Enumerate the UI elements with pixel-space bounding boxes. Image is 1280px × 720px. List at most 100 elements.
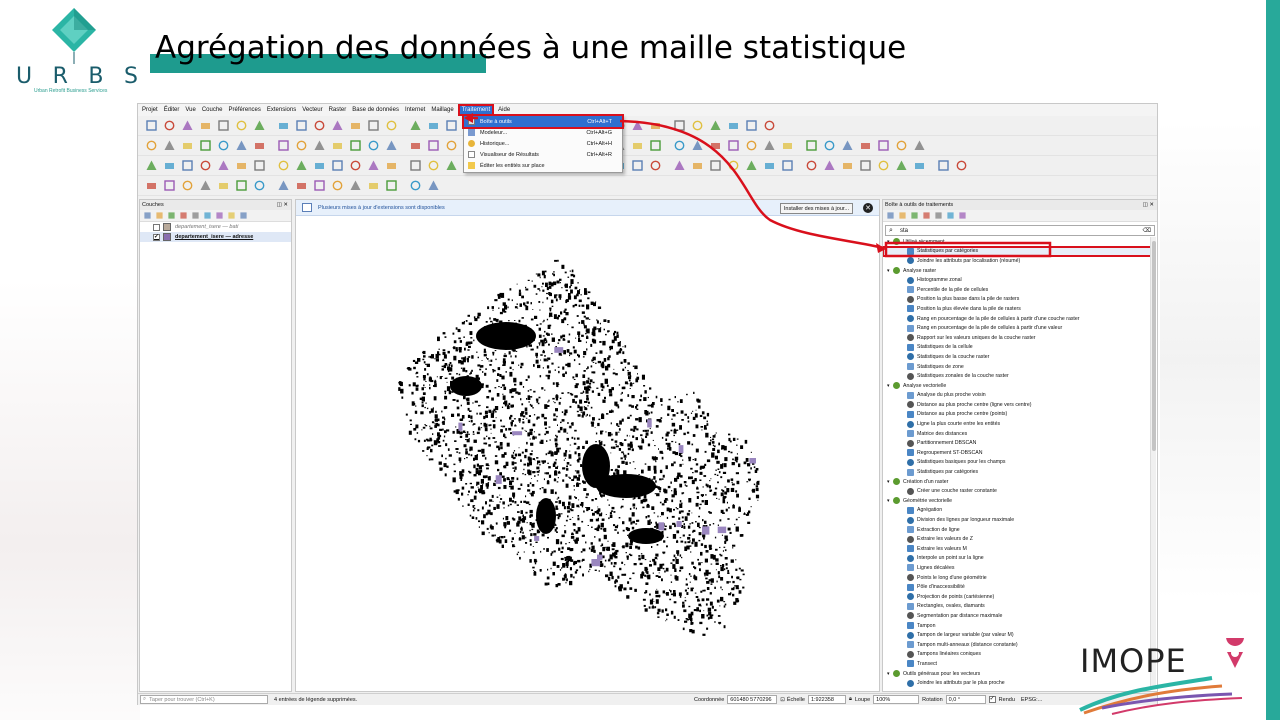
menu-projet[interactable]: Projet: [142, 107, 158, 113]
processing-search-input[interactable]: ⌕ sta ⌫: [885, 225, 1155, 236]
toolbar-tool-icon[interactable]: [648, 139, 662, 153]
toolbar-tool-icon[interactable]: [252, 159, 266, 173]
menu-raster[interactable]: Raster: [329, 107, 347, 113]
processing-group[interactable]: ▾ Utilisé récemment: [883, 237, 1151, 247]
processing-algorithm[interactable]: Projection de points (cartésienne): [883, 592, 1151, 602]
toolbar-tool-icon[interactable]: [366, 119, 380, 133]
toolbar-tool-icon[interactable]: [630, 159, 644, 173]
toolbar-tool-icon[interactable]: [822, 159, 836, 173]
toolbar-tool-icon[interactable]: [252, 179, 266, 193]
processing-group[interactable]: ▾ Création d'un raster: [883, 477, 1151, 487]
toolbar-tool-icon[interactable]: [840, 139, 854, 153]
toolbar-tool-icon[interactable]: [234, 179, 248, 193]
coord-field[interactable]: 601480 5770296: [727, 695, 778, 704]
toolbar-tool-icon[interactable]: [366, 179, 380, 193]
toolbar-tool-icon[interactable]: [894, 159, 908, 173]
panel-tool-icon[interactable]: [227, 211, 236, 220]
dd-editer-entites[interactable]: Éditer les entités sur place: [464, 160, 622, 171]
toolbar-tool-icon[interactable]: [276, 159, 290, 173]
toolbar-tool-icon[interactable]: [804, 159, 818, 173]
panel-tool-icon[interactable]: [946, 211, 955, 220]
map-canvas[interactable]: Plusieurs mises à jour d'extensions sont…: [295, 199, 880, 692]
layer-row-adresse[interactable]: ✓ departement_isere — adresse: [140, 232, 291, 242]
menu-internet[interactable]: Internet: [405, 107, 425, 113]
toolbar-tool-icon[interactable]: [294, 119, 308, 133]
processing-algorithm[interactable]: Statistiques par catégories: [883, 245, 1152, 258]
panel-tool-icon[interactable]: [922, 211, 931, 220]
rotation-field[interactable]: 0,0 °: [945, 695, 986, 704]
toolbar-tool-icon[interactable]: [180, 159, 194, 173]
processing-algorithm[interactable]: Agrégation: [883, 506, 1151, 516]
toolbar-tool-icon[interactable]: [780, 139, 794, 153]
toolbar-tool-icon[interactable]: [840, 159, 854, 173]
panel-tool-icon[interactable]: [191, 211, 200, 220]
toolbar-tool-icon[interactable]: [312, 119, 326, 133]
panel-tool-icon[interactable]: [239, 211, 248, 220]
panel-tool-icon[interactable]: [910, 211, 919, 220]
processing-algorithm[interactable]: Points le long d'une géométrie: [883, 573, 1151, 583]
toolbar-tool-icon[interactable]: [672, 119, 686, 133]
toolbar-tool-icon[interactable]: [198, 139, 212, 153]
toolbar-tool-icon[interactable]: [384, 119, 398, 133]
menu-traitement[interactable]: Traitement: [457, 104, 495, 116]
processing-algorithm[interactable]: Extraire les valeurs de Z: [883, 534, 1151, 544]
toolbar-tool-icon[interactable]: [384, 159, 398, 173]
processing-group[interactable]: ▾ Géométrie vectorielle: [883, 496, 1151, 506]
toolbar-tool-icon[interactable]: [444, 159, 458, 173]
processing-algorithm[interactable]: Regroupement ST-DBSCAN: [883, 448, 1151, 458]
toolbar-tool-icon[interactable]: [162, 119, 176, 133]
toolbar-tool-icon[interactable]: [144, 179, 158, 193]
processing-algorithm[interactable]: Distance au plus proche centre (ligne ve…: [883, 400, 1151, 410]
toolbar-tool-icon[interactable]: [672, 159, 686, 173]
toolbar-tool-icon[interactable]: [630, 119, 644, 133]
toolbar-tool-icon[interactable]: [726, 119, 740, 133]
toolbar-tool-icon[interactable]: [348, 139, 362, 153]
toolbar-tool-icon[interactable]: [162, 139, 176, 153]
processing-algorithm[interactable]: Statistiques de zone: [883, 362, 1151, 372]
processing-algorithm[interactable]: Statistiques de la cellule: [883, 343, 1151, 353]
toolbar-tool-icon[interactable]: [216, 119, 230, 133]
toolbar-tool-icon[interactable]: [198, 179, 212, 193]
toolbar-tool-icon[interactable]: [294, 179, 308, 193]
toolbar-tool-icon[interactable]: [144, 119, 158, 133]
toolbar-tool-icon[interactable]: [780, 159, 794, 173]
panel-tool-icon[interactable]: [898, 211, 907, 220]
processing-algorithm[interactable]: Statistiques basiques pour les champs: [883, 458, 1151, 468]
toolbar-tool-icon[interactable]: [276, 139, 290, 153]
panel-tool-icon[interactable]: [179, 211, 188, 220]
toolbar-tool-icon[interactable]: [162, 159, 176, 173]
processing-algorithm[interactable]: Extraction de ligne: [883, 525, 1151, 535]
toolbar-tool-icon[interactable]: [294, 139, 308, 153]
processing-algorithm[interactable]: Segmentation par distance maximale: [883, 611, 1151, 621]
toolbar-tool-icon[interactable]: [216, 179, 230, 193]
toolbar-tool-icon[interactable]: [408, 139, 422, 153]
processing-algorithm[interactable]: Division des lignes par longueur maximal…: [883, 515, 1151, 525]
toolbar-tool-icon[interactable]: [822, 139, 836, 153]
processing-algorithm[interactable]: Rang en pourcentage de la pile de cellul…: [883, 323, 1151, 333]
toolbar-tool-icon[interactable]: [858, 139, 872, 153]
processing-algorithm[interactable]: Statistiques par catégories: [883, 467, 1151, 477]
toolbar-tool-icon[interactable]: [936, 159, 950, 173]
install-updates-button[interactable]: Installer des mises à jour...: [779, 203, 853, 214]
toolbar-tool-icon[interactable]: [330, 119, 344, 133]
toolbar-tool-icon[interactable]: [276, 179, 290, 193]
menu-extensions[interactable]: Extensions: [267, 107, 296, 113]
toolbar-tool-icon[interactable]: [366, 139, 380, 153]
menu-maillage[interactable]: Maillage: [431, 107, 453, 113]
toolbar-tool-icon[interactable]: [690, 159, 704, 173]
toolbar-tool-icon[interactable]: [234, 159, 248, 173]
layer-checkbox-bati[interactable]: [153, 223, 160, 231]
toolbar-tool-icon[interactable]: [876, 159, 890, 173]
processing-algorithm[interactable]: Matrice des distances: [883, 429, 1151, 439]
toolbar-tool-icon[interactable]: [252, 139, 266, 153]
toolbar-tool-icon[interactable]: [312, 179, 326, 193]
menu-editer[interactable]: Éditer: [164, 107, 180, 113]
processing-group[interactable]: ▾ Analyse vectorielle: [883, 381, 1151, 391]
toolbar-tool-icon[interactable]: [630, 139, 644, 153]
toolbar-tool-icon[interactable]: [708, 139, 722, 153]
crs-field[interactable]: EPSG:...: [1021, 697, 1042, 703]
processing-algorithm[interactable]: Tampon: [883, 621, 1151, 631]
processing-algorithm[interactable]: Rectangles, ovales, diamants: [883, 602, 1151, 612]
toolbar-tool-icon[interactable]: [198, 119, 212, 133]
menu-preferences[interactable]: Préférences: [229, 107, 261, 113]
